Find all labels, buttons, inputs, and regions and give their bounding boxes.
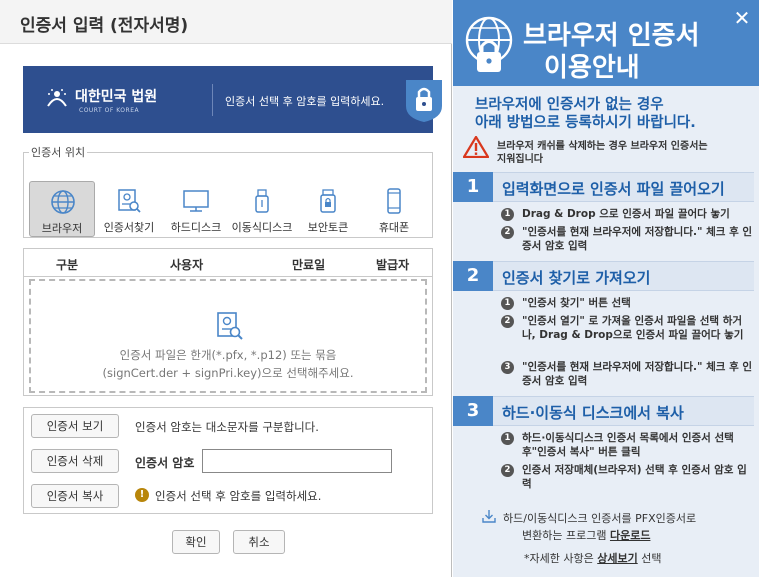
password-label: 인증서 암호 [135,456,195,470]
section-title-bar: 입력화면으로 인증서 파일 끌어오기 [493,172,754,202]
view-cert-button[interactable]: 인증서 보기 [31,414,119,438]
find-cert-icon [217,312,243,340]
col-issuer: 발급자 [376,258,410,272]
col-expiry: 만료일 [292,258,326,272]
copy-cert-button[interactable]: 인증서 복사 [31,484,119,508]
step-text: 하드·이동식디스크 인증서 목록에서 인증서 선택 후"인증서 복사" 버튼 클… [522,432,734,458]
location-find-cert-label: 인증서찾기 [103,221,155,234]
step-number: 2 [501,315,514,328]
cert-location-group: 인증서 위치 브라우저 인증서찾기 하드디스크 이동식디스크 보안토큰 휴대폰 [23,144,433,238]
section-title-bar: 하드·이동식 디스크에서 복사 [493,396,754,426]
step-number: 3 [501,361,514,374]
help-title-line2: 이용안내 [544,53,640,83]
step-number: 2 [501,226,514,239]
download-link[interactable]: 다운로드 [610,529,650,542]
step-text: "인증서를 현재 브라우저에 저장합니다." 체크 후 인증서 암호 입력 [522,361,753,387]
cache-alert-line2: 지워집니다 [497,154,543,165]
monitor-icon [183,190,209,212]
court-logo-icon [47,89,67,107]
usb-icon [255,189,269,213]
location-phone[interactable]: 휴대폰 [361,181,427,237]
section-title: 인증서 찾기로 가져오기 [502,269,651,287]
section-number: 1 [453,172,493,202]
location-phone-label: 휴대폰 [378,221,410,234]
case-sensitive-info: 인증서 암호는 대소문자를 구분합니다. [135,420,319,434]
step-text: "인증서 열기" 로 가져올 인증서 파일을 선택 하거나, Drag & Dr… [522,315,744,341]
cert-actions-group: 인증서 보기 인증서 암호는 대소문자를 구분합니다. 인증서 삭제 인증서 암… [23,407,433,514]
dialog-titlebar: 인증서 입력 (전자서명) [0,0,452,44]
step-number: 1 [501,297,514,310]
dialog-title: 인증서 입력 (전자서명) [20,16,189,36]
help-section-3: 3 하드·이동식 디스크에서 복사 [453,396,759,426]
download-icon [482,510,496,523]
location-security-token-label: 보안토큰 [307,221,349,234]
cert-table-header: 구분 사용자 만료일 발급자 [24,249,432,277]
ok-button[interactable]: 확인 [172,530,220,554]
cert-drop-zone[interactable]: 인증서 파일은 한개(*.pfx, *.p12) 또는 묶음 (signCert… [29,279,427,393]
help-header: 브라우저 인증서 이용안내 [453,0,759,86]
globe-lock-icon [465,16,513,72]
location-removable-disk-label: 이동식디스크 [231,221,293,234]
col-type: 구분 [56,258,79,272]
section-number: 3 [453,396,493,426]
help-subtitle-line2: 아래 방법으로 등록하시기 바랍니다. [475,115,696,131]
court-name-en: COURT OF KOREA [79,107,140,114]
details-prefix: *자세한 사항은 [524,552,598,565]
section-title: 입력화면으로 인증서 파일 끌어오기 [502,180,725,198]
token-icon [320,189,336,213]
court-name: 대한민국 법원 [75,89,158,105]
phone-icon [387,188,401,214]
location-removable-disk[interactable]: 이동식디스크 [229,181,295,237]
download-info-line1: 하드/이동식디스크 인증서를 PFX인증서로 [503,512,697,525]
password-input[interactable] [202,449,392,473]
help-section-2: 2 인증서 찾기로 가져오기 [453,261,759,291]
location-browser[interactable]: 브라우저 [29,181,95,237]
court-banner: 대한민국 법원 COURT OF KOREA 인증서 선택 후 암호를 입력하세… [23,66,442,133]
cert-list-table: 구분 사용자 만료일 발급자 인증서 파일은 한개(*.pfx, *.p12) … [23,248,433,396]
download-info-prefix: 변환하는 프로그램 [522,529,610,542]
section-number: 2 [453,261,493,291]
lock-shield-icon [406,80,442,122]
cancel-button[interactable]: 취소 [233,530,285,554]
banner-divider [212,84,213,116]
location-hard-disk[interactable]: 하드디스크 [163,181,229,237]
drop-hint-line2: (signCert.der + signPri.key)으로 선택해주세요. [102,366,354,380]
details-info: *자세한 사항은 상세보기 선택 [524,550,661,566]
drop-hint-line1: 인증서 파일은 한개(*.pfx, *.p12) 또는 묶음 [119,348,337,362]
step-text: 인증서 저장매체(브라우저) 선택 후 인증서 암호 입력 [522,464,747,490]
location-hard-disk-label: 하드디스크 [170,221,222,234]
warning-icon: ! [135,488,149,502]
step-text: "인증서 찾기" 버튼 선택 [522,297,631,309]
step-number: 1 [501,432,514,445]
certificate-dialog: 인증서 입력 (전자서명) 대한민국 법원 COURT OF KOREA 인증서… [0,0,452,577]
location-browser-label: 브라우저 [41,222,83,235]
password-warning: 인증서 선택 후 암호를 입력하세요. [155,489,322,503]
location-security-token[interactable]: 보안토큰 [295,181,361,237]
location-find-cert[interactable]: 인증서찾기 [96,181,162,237]
cert-location-legend: 인증서 위치 [31,146,86,159]
section-title-bar: 인증서 찾기로 가져오기 [493,261,754,291]
help-panel: 브라우저 인증서 이용안내 ✕ 브라우저에 인증서가 없는 경우 아래 방법으로… [453,0,759,577]
step-text: Drag & Drop 으로 인증서 파일 끌어다 놓기 [522,208,730,220]
step-number: 1 [501,208,514,221]
globe-icon [51,190,75,214]
step-number: 2 [501,464,514,477]
delete-cert-button[interactable]: 인증서 삭제 [31,449,119,473]
find-cert-icon [118,189,141,213]
col-user: 사용자 [170,258,204,272]
banner-message: 인증서 선택 후 암호를 입력하세요. [225,95,385,108]
details-link[interactable]: 상세보기 [597,552,637,565]
close-icon[interactable]: ✕ [732,8,752,28]
step-text: "인증서를 현재 브라우저에 저장합니다." 체크 후 인증서 암호 입력 [522,226,753,252]
help-section-1: 1 입력화면으로 인증서 파일 끌어오기 [453,172,759,202]
download-info-line2: 변환하는 프로그램 다운로드 [522,527,650,543]
alert-triangle-icon [463,136,489,158]
section-title: 하드·이동식 디스크에서 복사 [502,404,684,422]
details-suffix: 선택 [637,552,662,565]
